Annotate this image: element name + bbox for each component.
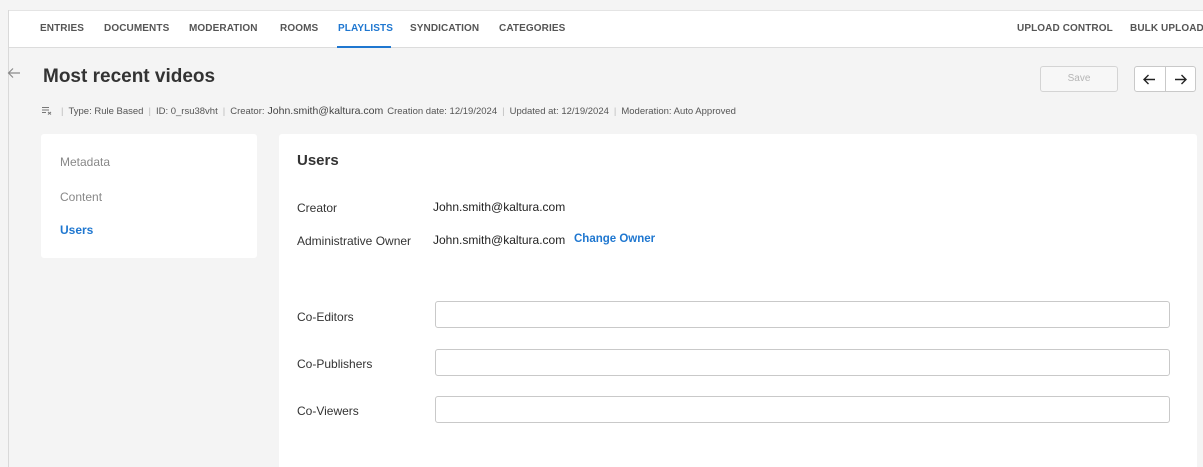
playlist-type: Type: Rule Based (68, 105, 144, 117)
change-owner-link[interactable]: Change Owner (574, 233, 655, 245)
back-arrow-icon[interactable] (7, 65, 21, 83)
tab-categories[interactable]: CATEGORIES (499, 23, 565, 34)
users-panel: Users Creator John.smith@kaltura.com Adm… (279, 134, 1197, 467)
owner-row-value: John.smith@kaltura.com (433, 233, 566, 247)
tab-playlists[interactable]: PLAYLISTS (338, 23, 393, 34)
tab-documents[interactable]: DOCUMENTS (104, 23, 169, 34)
tab-upload-control[interactable]: UPLOAD CONTROL (1017, 23, 1113, 34)
owner-row-label: Administrative Owner (297, 234, 412, 248)
co-editors-input[interactable] (435, 301, 1170, 328)
creator-row-label: Creator (297, 201, 338, 215)
top-navigation: ENTRIES DOCUMENTS MODERATION ROOMS PLAYL… (9, 11, 1203, 48)
co-editors-label: Co-Editors (297, 310, 354, 324)
active-tab-indicator (337, 46, 391, 48)
tab-syndication[interactable]: SYNDICATION (410, 23, 479, 34)
tab-rooms[interactable]: ROOMS (280, 23, 318, 34)
creator-value: John.smith@kaltura.com (267, 105, 384, 117)
arrow-left-icon[interactable] (1135, 67, 1165, 91)
details-separator: | (222, 105, 226, 117)
section-title: Users (297, 152, 339, 169)
page-title: Most recent videos (43, 66, 216, 87)
co-viewers-label: Co-Viewers (297, 404, 359, 418)
tab-moderation[interactable]: MODERATION (189, 23, 258, 34)
co-viewers-input[interactable] (435, 396, 1170, 423)
details-separator: | (148, 105, 151, 117)
arrow-right-icon[interactable] (1166, 67, 1196, 91)
co-publishers-input[interactable] (435, 349, 1170, 376)
details-separator: | (61, 105, 64, 117)
tab-entries[interactable]: ENTRIES (40, 23, 84, 34)
playlist-id: ID: 0_rsu38vht (155, 105, 218, 117)
section-menu: Metadata Content Users (41, 134, 257, 258)
co-publishers-label: Co-Publishers (297, 357, 373, 371)
sidebar-item-metadata[interactable]: Metadata (60, 155, 110, 169)
updated-at: Updated at: 12/19/2024 (509, 105, 609, 117)
sidebar-item-content[interactable]: Content (60, 190, 102, 204)
creator-row-value: John.smith@kaltura.com (433, 200, 566, 214)
creator-label: Creator: (230, 105, 265, 117)
creation-date: Creation date: 12/19/2024 (387, 105, 498, 117)
details-separator: | (613, 105, 617, 117)
sidebar-item-users[interactable]: Users (60, 223, 93, 237)
save-button[interactable]: Save (1040, 66, 1118, 92)
moderation-status: Moderation: Auto Approved (621, 105, 736, 117)
rule-based-playlist-icon (41, 106, 52, 116)
details-separator: | (502, 105, 505, 117)
details-bar: | Type: Rule Based | ID: 0_rsu38vht | Cr… (41, 105, 736, 117)
tab-bulk-upload[interactable]: BULK UPLOAD (1130, 23, 1203, 34)
entry-navigation (1134, 66, 1196, 92)
